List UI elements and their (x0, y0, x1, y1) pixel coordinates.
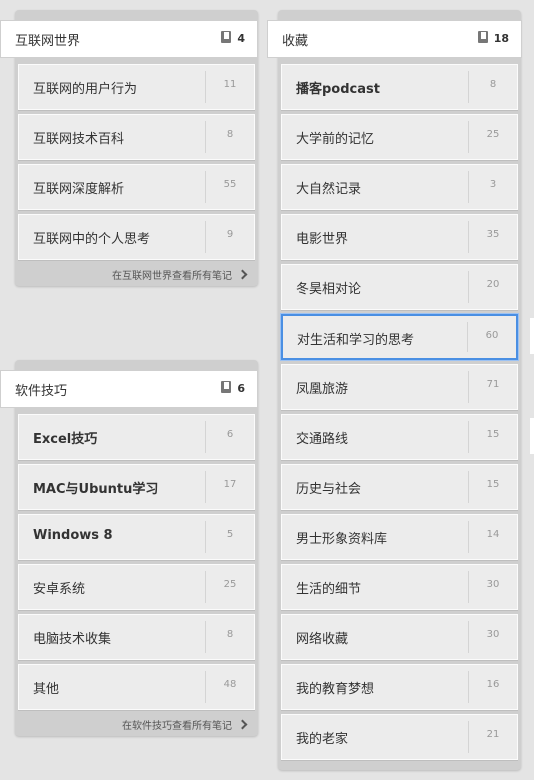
notebook-item[interactable]: 互联网中的个人思考 9 (18, 214, 255, 260)
note-count: 35 (486, 229, 500, 240)
note-count: 8 (489, 79, 497, 90)
notebook-label: 冬昊相对论 (296, 282, 362, 297)
notebook-label: 凤凰旅游 (296, 382, 349, 397)
note-count: 17 (223, 479, 237, 490)
note-count: 3 (489, 179, 497, 190)
notebook-icon (221, 381, 232, 393)
note-count: 30 (486, 579, 500, 590)
notebook-item[interactable]: Excel技巧 6 (18, 414, 255, 460)
note-count: 48 (223, 679, 237, 690)
notebook-label: 网络收藏 (296, 632, 349, 647)
notebook-item[interactable]: 我的教育梦想 16 (281, 664, 518, 710)
stack-title: 软件技巧 (15, 384, 68, 399)
notebook-label: 互联网中的个人思考 (33, 232, 151, 247)
notebook-label: 男士形象资料库 (296, 532, 388, 547)
note-count: 5 (226, 529, 234, 540)
note-count: 21 (486, 729, 500, 740)
notebook-count: 6 (221, 380, 245, 398)
notebook-count: 18 (477, 30, 509, 48)
notebook-count-value: 6 (237, 382, 245, 395)
note-count: 14 (486, 529, 500, 540)
next-column-edge (530, 418, 534, 454)
notebook-label: 历史与社会 (296, 482, 362, 497)
notebook-label: 生活的细节 (296, 582, 362, 597)
stack-title: 收藏 (282, 34, 309, 49)
note-count: 8 (226, 629, 234, 640)
note-count: 9 (226, 229, 234, 240)
note-count: 16 (486, 679, 500, 690)
note-count: 20 (486, 279, 500, 290)
note-count: 6 (226, 429, 234, 440)
note-count: 15 (486, 479, 500, 490)
notebook-label: MAC与Ubuntu学习 (33, 482, 159, 497)
notebook-label: 电影世界 (296, 232, 349, 247)
notebook-item[interactable]: 互联网的用户行为 11 (18, 64, 255, 110)
notebook-count: 4 (221, 30, 245, 48)
notebook-item[interactable]: 播客podcast 8 (281, 64, 518, 110)
notebook-label: 其他 (33, 682, 60, 697)
note-count: 15 (486, 429, 500, 440)
notebook-label: Excel技巧 (33, 432, 98, 447)
view-all-label: 在软件技巧查看所有笔记 (122, 721, 232, 732)
note-count: 11 (223, 79, 237, 90)
chevron-right-icon (237, 269, 248, 280)
note-count: 71 (486, 379, 500, 390)
notebook-item[interactable]: 大学前的记忆 25 (281, 114, 518, 160)
notebook-label: 互联网的用户行为 (33, 82, 138, 97)
notebook-label: 安卓系统 (33, 582, 86, 597)
notebook-item[interactable]: 安卓系统 25 (18, 564, 255, 610)
notebook-item[interactable]: 大自然记录 3 (281, 164, 518, 210)
notebook-label: 大自然记录 (296, 182, 362, 197)
stack-software: 软件技巧 6 Excel技巧 6 MAC与Ubuntu学习 17 Windows 8… (0, 360, 258, 736)
note-count: 8 (226, 129, 234, 140)
notebook-item-selected[interactable]: 对生活和学习的思考 60 (281, 314, 518, 360)
notebook-item[interactable]: 历史与社会 15 (281, 464, 518, 510)
next-column-edge (530, 318, 534, 354)
stack-header[interactable]: 软件技巧 6 (0, 370, 258, 408)
notebook-item[interactable]: MAC与Ubuntu学习 17 (18, 464, 255, 510)
notebook-label: Windows 8 (33, 528, 113, 543)
notebook-item[interactable]: 互联网技术百科 8 (18, 114, 255, 160)
notebook-item[interactable]: 互联网深度解析 55 (18, 164, 255, 210)
notebook-item[interactable]: 电影世界 35 (281, 214, 518, 260)
notebook-label: 对生活和学习的思考 (297, 333, 415, 348)
notebook-label: 互联网技术百科 (33, 132, 125, 147)
notebook-label: 我的教育梦想 (296, 682, 375, 697)
note-count: 25 (223, 579, 237, 590)
notebook-item[interactable]: 其他 48 (18, 664, 255, 710)
stack-favorites: 收藏 18 播客podcast 8 大学前的记忆 25 大自然记录 3 电影世界 35 … (267, 10, 522, 770)
note-count: 30 (486, 629, 500, 640)
notebook-icon (221, 31, 232, 43)
notebook-count-value: 18 (493, 32, 509, 45)
notebook-item[interactable]: 网络收藏 30 (281, 614, 518, 660)
notebook-label: 大学前的记忆 (296, 132, 375, 147)
notebook-item[interactable]: 凤凰旅游 71 (281, 364, 518, 410)
notebook-item[interactable]: 电脑技术收集 8 (18, 614, 255, 660)
notebook-item[interactable]: Windows 8 5 (18, 514, 255, 560)
chevron-right-icon (237, 719, 248, 730)
stack-header[interactable]: 互联网世界 4 (0, 20, 258, 58)
view-all-label: 在互联网世界查看所有笔记 (112, 271, 232, 282)
notebook-label: 电脑技术收集 (33, 632, 112, 647)
notebook-label: 互联网深度解析 (33, 182, 125, 197)
notebook-item[interactable]: 生活的细节 30 (281, 564, 518, 610)
stack-internet: 互联网世界 4 互联网的用户行为 11 互联网技术百科 8 互联网深度解析 55 互联… (0, 10, 258, 286)
note-count: 60 (485, 330, 499, 341)
view-all-notes-link[interactable]: 在互联网世界查看所有笔记 (112, 267, 248, 282)
notebook-label: 我的老家 (296, 732, 349, 747)
notebook-item[interactable]: 男士形象资料库 14 (281, 514, 518, 560)
notebook-label: 播客podcast (296, 82, 380, 97)
notebook-item[interactable]: 我的老家 21 (281, 714, 518, 760)
notebook-icon (477, 31, 488, 43)
notebook-label: 交通路线 (296, 432, 349, 447)
notebook-item[interactable]: 冬昊相对论 20 (281, 264, 518, 310)
note-count: 55 (223, 179, 237, 190)
note-count: 25 (486, 129, 500, 140)
view-all-notes-link[interactable]: 在软件技巧查看所有笔记 (122, 717, 248, 732)
stack-header[interactable]: 收藏 18 (267, 20, 522, 58)
notebook-count-value: 4 (237, 32, 245, 45)
stack-title: 互联网世界 (15, 34, 81, 49)
notebook-item[interactable]: 交通路线 15 (281, 414, 518, 460)
